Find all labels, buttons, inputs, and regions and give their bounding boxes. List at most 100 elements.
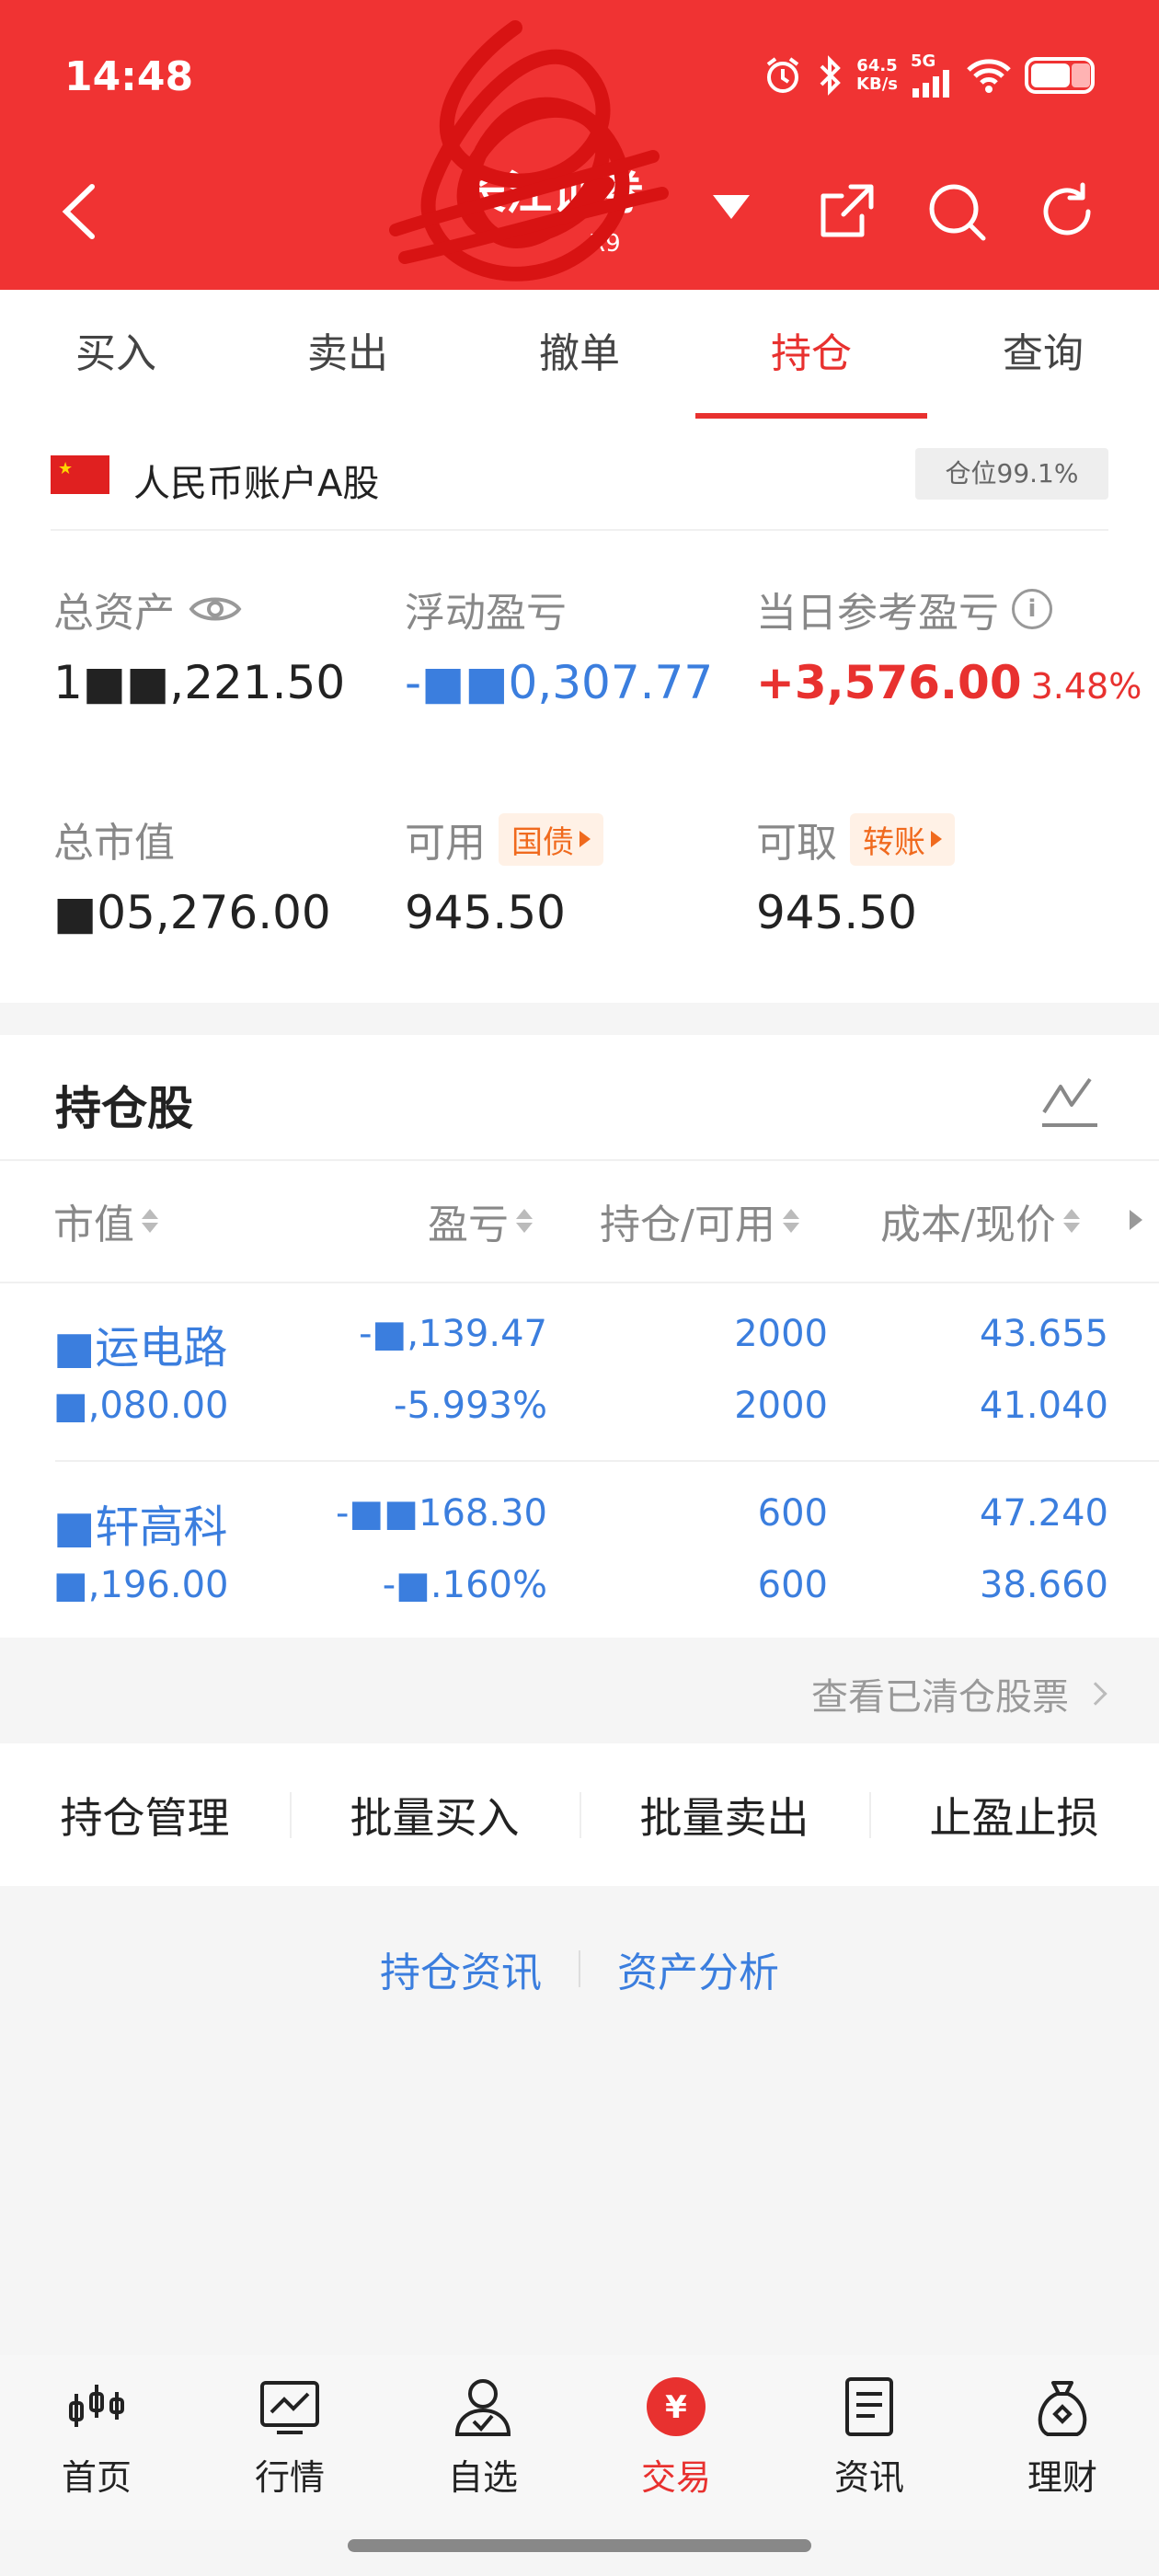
stock-name: ■轩高科	[53, 1501, 228, 1553]
available-label: 可用 国债	[405, 810, 603, 868]
china-flag-icon: ★	[51, 455, 109, 494]
tab-holdings[interactable]: 持仓	[695, 290, 927, 419]
nav-label: 首页	[61, 2457, 132, 2498]
share-icon[interactable]	[814, 179, 878, 244]
info-icon[interactable]: i	[1012, 589, 1052, 629]
broker-dropdown-icon[interactable]	[713, 195, 750, 219]
sort-icon	[142, 1209, 158, 1233]
daily-pl-value: +3,576.00 3.48%	[756, 656, 1142, 709]
nav-label: 理财	[1027, 2457, 1097, 2498]
stock-name: ■运电路	[53, 1322, 228, 1374]
column-cost-label: 成本/现价	[880, 1202, 1056, 1248]
withdrawable-text: 可取	[756, 820, 837, 867]
transfer-button[interactable]: 转账	[850, 812, 955, 866]
divider	[51, 529, 1108, 531]
status-icons: 64.5 KB/s 5G	[763, 53, 1095, 98]
nav-home[interactable]: 首页	[0, 2355, 193, 2530]
network-type: 5G	[911, 52, 936, 71]
trade-tabs: 买入 卖出 撤单 持仓 查询	[0, 290, 1159, 419]
signal-icon	[912, 70, 949, 98]
stock-price: 41.040	[980, 1385, 1108, 1427]
nav-trade[interactable]: ¥ 交易	[580, 2355, 773, 2530]
cleared-stocks-bar: 查看已清仓股票	[0, 1638, 1159, 1743]
app-header: 14:48 64.5 KB/s 5G 长江证券 R9	[0, 0, 1159, 290]
daily-pl-amount: +3,576.00	[756, 656, 1022, 709]
tab-query[interactable]: 查询	[927, 290, 1159, 419]
nav-news[interactable]: 资讯	[773, 2355, 966, 2530]
trend-chart-icon[interactable]	[1040, 1072, 1099, 1131]
transfer-label: 转账	[863, 823, 925, 861]
stock-market-value: ■,196.00	[53, 1564, 229, 1606]
floating-pl-value: -■■0,307.77	[405, 656, 714, 709]
net-speed: 64.5 KB/s	[856, 57, 898, 94]
position-badge: 仓位99.1%	[915, 448, 1108, 500]
refresh-icon[interactable]	[1035, 179, 1099, 244]
stock-qty: 2000	[734, 1313, 828, 1355]
column-market-value[interactable]: 市值	[53, 1191, 158, 1250]
nav-watchlist[interactable]: 自选	[386, 2355, 580, 2530]
stock-available: 2000	[734, 1385, 828, 1427]
column-cost-price[interactable]: 成本/现价	[880, 1191, 1080, 1250]
stock-pl: -■,139.47	[359, 1313, 547, 1355]
footer-links: 持仓资讯 资产分析	[0, 1932, 1159, 2006]
cleared-stocks-link[interactable]: 查看已清仓股票	[811, 1667, 1107, 1720]
bottom-nav: 首页 行情 自选 ¥ 交易 资讯 理财	[0, 2355, 1159, 2530]
holdings-news-link[interactable]: 持仓资讯	[380, 1939, 542, 1998]
scroll-right-icon[interactable]	[1130, 1210, 1142, 1230]
bluetooth-icon	[820, 55, 841, 96]
batch-sell-button[interactable]: 批量卖出	[580, 1785, 869, 1846]
available-text: 可用	[405, 820, 486, 867]
treasury-bond-button[interactable]: 国债	[499, 812, 603, 866]
column-pl[interactable]: 盈亏	[428, 1191, 533, 1250]
available-value: 945.50	[405, 886, 566, 939]
total-assets-value: 1■■,221.50	[53, 656, 346, 709]
take-profit-stop-loss-button[interactable]: 止盈止损	[869, 1785, 1159, 1846]
market-value-label: 总市值	[53, 820, 175, 867]
holdings-section: 持仓股 市值 盈亏 持仓/可用 成本/现价 ■运电路 ■,080.00 -■,1…	[0, 1035, 1159, 1638]
eye-icon[interactable]	[188, 591, 243, 627]
floating-pl-label: 浮动盈亏	[405, 590, 567, 637]
search-icon[interactable]	[924, 179, 989, 244]
sort-icon	[516, 1209, 533, 1233]
asset-analysis-link[interactable]: 资产分析	[617, 1939, 779, 1998]
withdrawable-label: 可取 转账	[756, 810, 955, 868]
market-chart-icon	[260, 2381, 319, 2434]
withdrawable-value: 945.50	[756, 886, 917, 939]
watchlist-user-icon	[454, 2379, 511, 2436]
batch-buy-button[interactable]: 批量买入	[290, 1785, 580, 1846]
back-arrow-icon[interactable]	[55, 179, 101, 244]
wifi-icon	[967, 59, 1011, 93]
stock-cost: 43.655	[980, 1313, 1108, 1355]
wealth-bag-icon	[1038, 2381, 1087, 2436]
total-assets-text: 总资产	[53, 590, 175, 637]
tab-cancel-order[interactable]: 撤单	[464, 290, 695, 419]
battery-icon	[1025, 57, 1095, 94]
nav-wealth[interactable]: 理财	[966, 2355, 1159, 2530]
tab-buy[interactable]: 买入	[0, 290, 232, 419]
chevron-right-icon	[1084, 1682, 1107, 1706]
account-name[interactable]: 人民币账户A股	[133, 454, 379, 507]
sort-icon	[782, 1209, 799, 1233]
stock-pl: -■■168.30	[336, 1492, 547, 1535]
market-value-value: ■05,276.00	[53, 886, 331, 939]
svg-text:¥: ¥	[665, 2389, 687, 2426]
tab-sell[interactable]: 卖出	[232, 290, 464, 419]
divider	[0, 1282, 1159, 1283]
divider	[0, 1159, 1159, 1161]
broker-title[interactable]: 长江证券	[460, 156, 644, 223]
manage-holdings-button[interactable]: 持仓管理	[0, 1785, 290, 1846]
sort-icon	[1062, 1209, 1080, 1233]
column-qty-label: 持仓/可用	[600, 1202, 775, 1248]
total-assets-label: 总资产	[53, 580, 243, 638]
nav-market[interactable]: 行情	[193, 2355, 386, 2530]
daily-pl-label: 当日参考盈亏 i	[756, 580, 1052, 638]
home-candles-icon	[69, 2385, 124, 2427]
nav-label: 行情	[254, 2457, 325, 2498]
home-indicator[interactable]	[348, 2539, 811, 2552]
column-qty[interactable]: 持仓/可用	[600, 1191, 799, 1250]
holdings-title: 持仓股	[55, 1082, 193, 1135]
nav-label: 交易	[640, 2457, 711, 2498]
news-doc-icon	[845, 2377, 893, 2436]
caret-right-icon	[931, 831, 942, 847]
status-time: 14:48	[64, 53, 194, 100]
